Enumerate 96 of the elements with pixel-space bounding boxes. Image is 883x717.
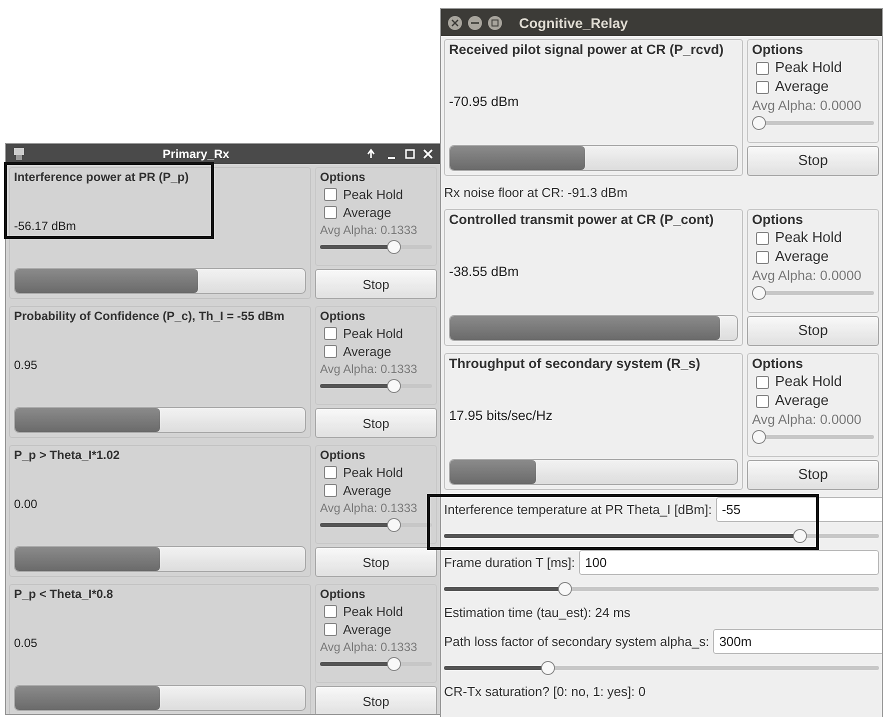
alpha-label: Avg Alpha: 0.1333 [320,362,418,376]
status-text: Rx noise floor at CR: -91.3 dBm [444,184,629,202]
checkbox-box[interactable] [324,188,337,201]
slider-thumb[interactable] [752,430,766,444]
checkbox[interactable]: Peak Hold [752,374,874,390]
stop-button[interactable]: Stop [747,146,879,176]
reading-value: -56.17 dBm [14,219,76,233]
alpha-label: Avg Alpha: 0.0000 [752,268,862,283]
checkbox-box[interactable] [324,484,337,497]
alpha-slider[interactable] [752,286,874,300]
checkbox-box[interactable] [324,206,337,219]
checkbox-box[interactable] [324,623,337,636]
checkbox[interactable]: Peak Hold [752,230,874,246]
group-title: P_p < Theta_I*0.8 [14,587,114,601]
slider-thumb[interactable] [752,116,766,130]
status-text: Estimation time (tau_est): 24 ms [444,604,632,622]
checkbox-box[interactable] [756,62,769,74]
slider-thumb[interactable] [386,240,401,254]
checkbox-box[interactable] [756,250,769,264]
group-title: Options [320,448,366,462]
reading-value: 17.95 bits/sec/Hz [449,408,553,422]
field-label: Path loss factor of secondary system alpha_s: [444,633,710,651]
slider-thumb[interactable] [386,518,401,532]
slider-thumb[interactable] [752,286,766,300]
value-slider[interactable] [444,582,879,596]
group-title: Options [320,587,366,601]
checkbox[interactable]: Average [320,483,432,498]
alpha-label: Avg Alpha: 0.1333 [320,501,418,515]
checkbox[interactable]: Peak Hold [320,604,432,619]
group-title: Received pilot signal power at CR (P_rcvd) [449,42,725,57]
window-buttons-icon[interactable] [366,148,434,160]
group-title: Interference power at PR (P_p) [14,170,190,184]
checkbox-box[interactable] [324,345,337,358]
group-title: Options [752,42,804,57]
alpha-slider[interactable] [752,116,874,130]
checkbox-box[interactable] [756,232,769,244]
group-title: P_p > Theta_I*1.02 [14,448,121,462]
checkbox-box[interactable] [756,394,769,408]
reading-value: -70.95 dBm [449,94,519,108]
group-title: Options [752,212,804,227]
checkbox[interactable]: Average [752,393,874,409]
group-title: Throughput of secondary system (R_s) [449,356,702,371]
group-title: Probability of Confidence (P_c), Th_I = -55 dBm [14,309,286,323]
checkbox-box[interactable] [756,80,769,94]
slider-thumb[interactable] [540,661,555,675]
checkbox[interactable]: Peak Hold [320,187,432,202]
checkbox[interactable]: Peak Hold [752,60,874,76]
alpha-slider[interactable] [320,379,432,393]
checkbox[interactable]: Peak Hold [320,326,432,341]
reading-value: 0.95 [14,358,38,372]
reading-value: 0.00 [14,497,38,511]
checkbox[interactable]: Average [752,79,874,95]
slider-thumb[interactable] [793,529,808,543]
input-field[interactable]: -55 [716,497,882,522]
slider-thumb[interactable] [386,379,401,393]
field-label: Interference temperature at PR Theta_I [dBm]: [444,501,712,519]
checkbox-box[interactable] [324,327,337,340]
value-slider[interactable] [444,661,879,675]
stop-button[interactable]: Stop [315,547,437,577]
group-title: Options [320,309,366,323]
checkbox-box[interactable] [324,605,337,618]
checkbox[interactable]: Average [320,622,432,637]
alpha-slider[interactable] [320,240,432,254]
stop-button[interactable]: Stop [315,269,437,299]
stop-button[interactable]: Stop [747,316,879,346]
value-slider[interactable] [444,529,879,543]
alpha-label: Avg Alpha: 0.1333 [320,640,418,654]
slider-thumb[interactable] [386,657,401,671]
field-label: Frame duration T [ms]: [444,554,576,572]
alpha-slider[interactable] [320,657,432,671]
checkbox[interactable]: Peak Hold [320,465,432,480]
reading-value: 0.05 [14,636,38,650]
group-title: Controlled transmit power at CR (P_cont) [449,212,715,227]
status-text: CR-Tx saturation? [0: no, 1: yes]: 0 [444,683,647,701]
reading-value: -38.55 dBm [449,264,519,278]
window-title: Primary_Rx [162,147,230,161]
alpha-slider[interactable] [752,430,874,444]
stop-button[interactable]: Stop [747,460,879,490]
input-field[interactable]: 300m [713,629,882,654]
window-buttons-icon[interactable] [447,14,505,30]
stop-button[interactable]: Stop [315,408,437,438]
alpha-label: Avg Alpha: 0.0000 [752,412,862,427]
alpha-label: Avg Alpha: 0.1333 [320,223,418,237]
checkbox[interactable]: Average [752,249,874,265]
input-field[interactable]: 100 [579,550,879,575]
checkbox[interactable]: Average [320,344,432,359]
checkbox[interactable]: Average [320,205,432,220]
alpha-label: Avg Alpha: 0.0000 [752,98,862,113]
checkbox-box[interactable] [324,466,337,479]
slider-thumb[interactable] [558,582,572,596]
group-title: Options [320,170,366,184]
checkbox-box[interactable] [756,376,769,388]
window-title: Cognitive_Relay [519,14,628,30]
alpha-slider[interactable] [320,518,432,532]
group-title: Options [752,356,804,371]
stop-button[interactable]: Stop [315,686,437,714]
